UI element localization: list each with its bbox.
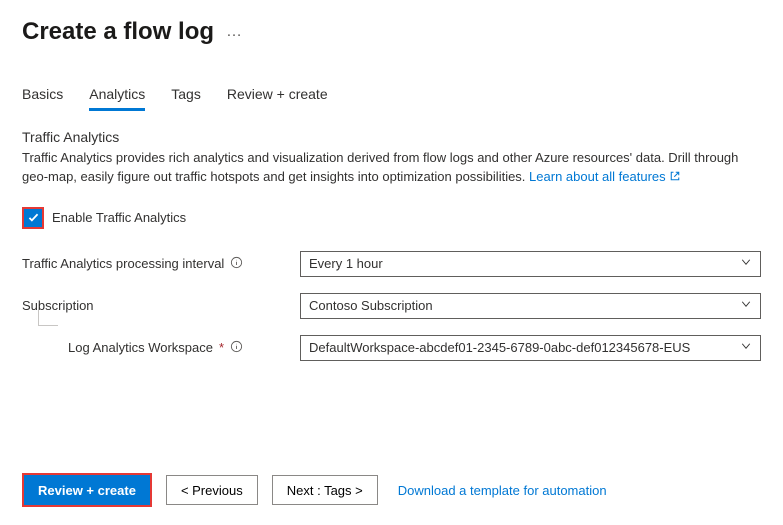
section-description: Traffic Analytics provides rich analytic… [22, 149, 761, 187]
workspace-select[interactable]: DefaultWorkspace-abcdef01-2345-6789-0abc… [300, 335, 761, 361]
learn-more-text: Learn about all features [529, 169, 666, 184]
next-button[interactable]: Next : Tags > [272, 475, 378, 505]
review-create-highlight: Review + create [22, 473, 152, 507]
interval-label: Traffic Analytics processing interval [22, 256, 224, 271]
tab-tags[interactable]: Tags [171, 86, 201, 111]
page-title: Create a flow log [22, 18, 214, 46]
info-icon[interactable] [230, 340, 243, 356]
review-create-button[interactable]: Review + create [24, 475, 150, 505]
info-icon[interactable] [230, 256, 243, 272]
tab-basics[interactable]: Basics [22, 86, 63, 111]
required-asterisk: * [219, 340, 224, 355]
download-template-link[interactable]: Download a template for automation [398, 483, 607, 498]
tree-connector [38, 304, 58, 326]
enable-checkbox-highlight [22, 207, 44, 229]
tab-review-create[interactable]: Review + create [227, 86, 328, 111]
enable-traffic-analytics-checkbox[interactable] [24, 209, 42, 227]
section-heading: Traffic Analytics [22, 129, 761, 145]
interval-select[interactable]: Every 1 hour [300, 251, 761, 277]
learn-more-link[interactable]: Learn about all features [529, 169, 681, 184]
subscription-select[interactable]: Contoso Subscription [300, 293, 761, 319]
previous-button[interactable]: < Previous [166, 475, 258, 505]
chevron-down-icon [740, 298, 752, 313]
tab-bar: Basics Analytics Tags Review + create [22, 86, 761, 111]
chevron-down-icon [740, 340, 752, 355]
subscription-value: Contoso Subscription [309, 298, 433, 313]
external-link-icon [669, 169, 681, 184]
chevron-down-icon [740, 256, 752, 271]
tab-analytics[interactable]: Analytics [89, 86, 145, 111]
enable-traffic-analytics-label: Enable Traffic Analytics [52, 210, 186, 225]
interval-value: Every 1 hour [309, 256, 383, 271]
more-menu[interactable]: … [226, 23, 243, 41]
workspace-value: DefaultWorkspace-abcdef01-2345-6789-0abc… [309, 340, 690, 355]
workspace-label: Log Analytics Workspace [68, 340, 213, 355]
